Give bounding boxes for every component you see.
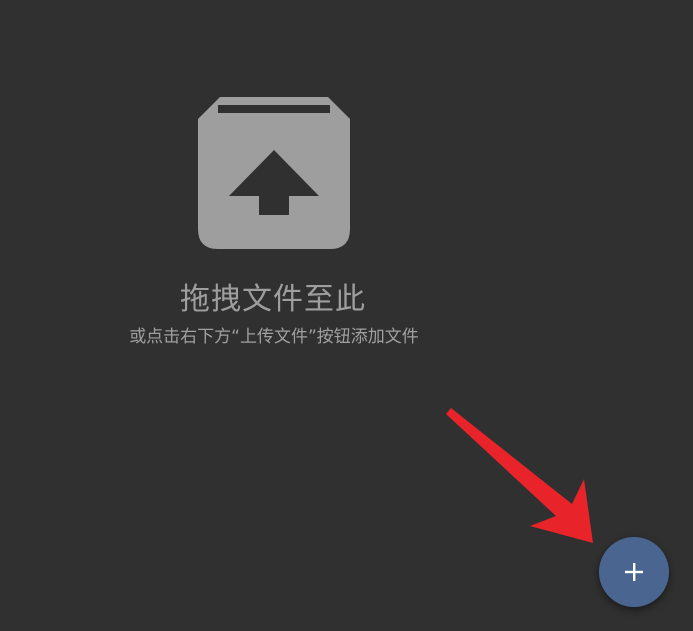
upload-box-icon [198, 97, 350, 249]
plus-icon [625, 563, 643, 581]
drop-title: 拖拽文件至此 [180, 282, 366, 317]
red-arrow-annotation [446, 408, 593, 543]
drop-subtitle: 或点击右下方“上传文件”按钮添加文件 [129, 327, 419, 347]
add-file-button[interactable] [599, 537, 669, 607]
